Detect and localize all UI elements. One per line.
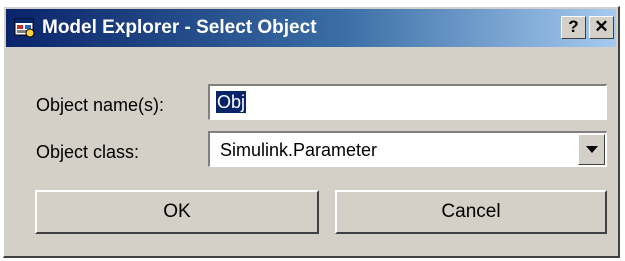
ok-button[interactable]: OK [35, 190, 319, 234]
cancel-button[interactable]: Cancel [335, 190, 607, 234]
window-title: Model Explorer - Select Object [42, 17, 317, 38]
object-class-label: Object class: [36, 142, 140, 162]
object-name-label: Object name(s): [36, 95, 165, 115]
close-button[interactable]: ✕ [589, 16, 614, 39]
model-explorer-icon [14, 17, 36, 39]
object-name-value: Obj [216, 91, 247, 113]
title-bar[interactable]: Model Explorer - Select Object ? ✕ [6, 9, 616, 47]
help-button[interactable]: ? [561, 16, 586, 39]
select-object-dialog: Model Explorer - Select Object ? ✕ Objec… [3, 6, 620, 258]
object-name-input[interactable]: Obj [208, 84, 607, 120]
help-icon: ? [568, 17, 579, 36]
object-class-select[interactable]: Simulink.Parameter [208, 131, 607, 167]
dropdown-button[interactable] [578, 134, 605, 165]
object-class-value: Simulink.Parameter [220, 140, 378, 160]
close-icon: ✕ [594, 17, 609, 36]
chevron-down-icon [586, 146, 598, 153]
